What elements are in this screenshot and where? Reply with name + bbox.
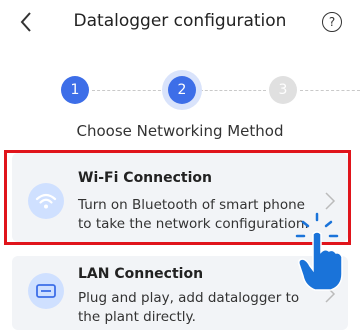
step-2-current: 2 — [168, 76, 196, 104]
step-connector — [200, 90, 266, 91]
option-description: Turn on Bluetooth of smart phone to take… — [78, 197, 309, 232]
section-subtitle: Choose Networking Method — [76, 122, 284, 140]
page-title: Datalogger configuration — [73, 11, 287, 31]
lan-icon — [28, 273, 64, 309]
help-button[interactable]: ? — [322, 12, 342, 32]
option-description: Plug and play, add datalogger to the pla… — [78, 290, 300, 325]
option-title: LAN Connection — [78, 266, 204, 282]
header: Datalogger configuration ? — [0, 0, 360, 44]
step-1: 1 — [61, 76, 89, 104]
chevron-right-icon — [325, 285, 336, 303]
step-connector — [300, 90, 360, 91]
step-3: 3 — [269, 76, 297, 104]
stepper: 1 2 3 — [0, 70, 360, 110]
option-title: Wi-Fi Connection — [78, 170, 212, 186]
wifi-icon — [28, 183, 64, 219]
wifi-connection-option[interactable]: Wi-Fi Connection Turn on Bluetooth of sm… — [12, 153, 348, 242]
chevron-right-icon — [325, 192, 336, 210]
lan-connection-option[interactable]: LAN Connection Plug and play, add datalo… — [12, 256, 348, 330]
step-connector — [92, 90, 166, 91]
help-icon: ? — [328, 15, 336, 29]
